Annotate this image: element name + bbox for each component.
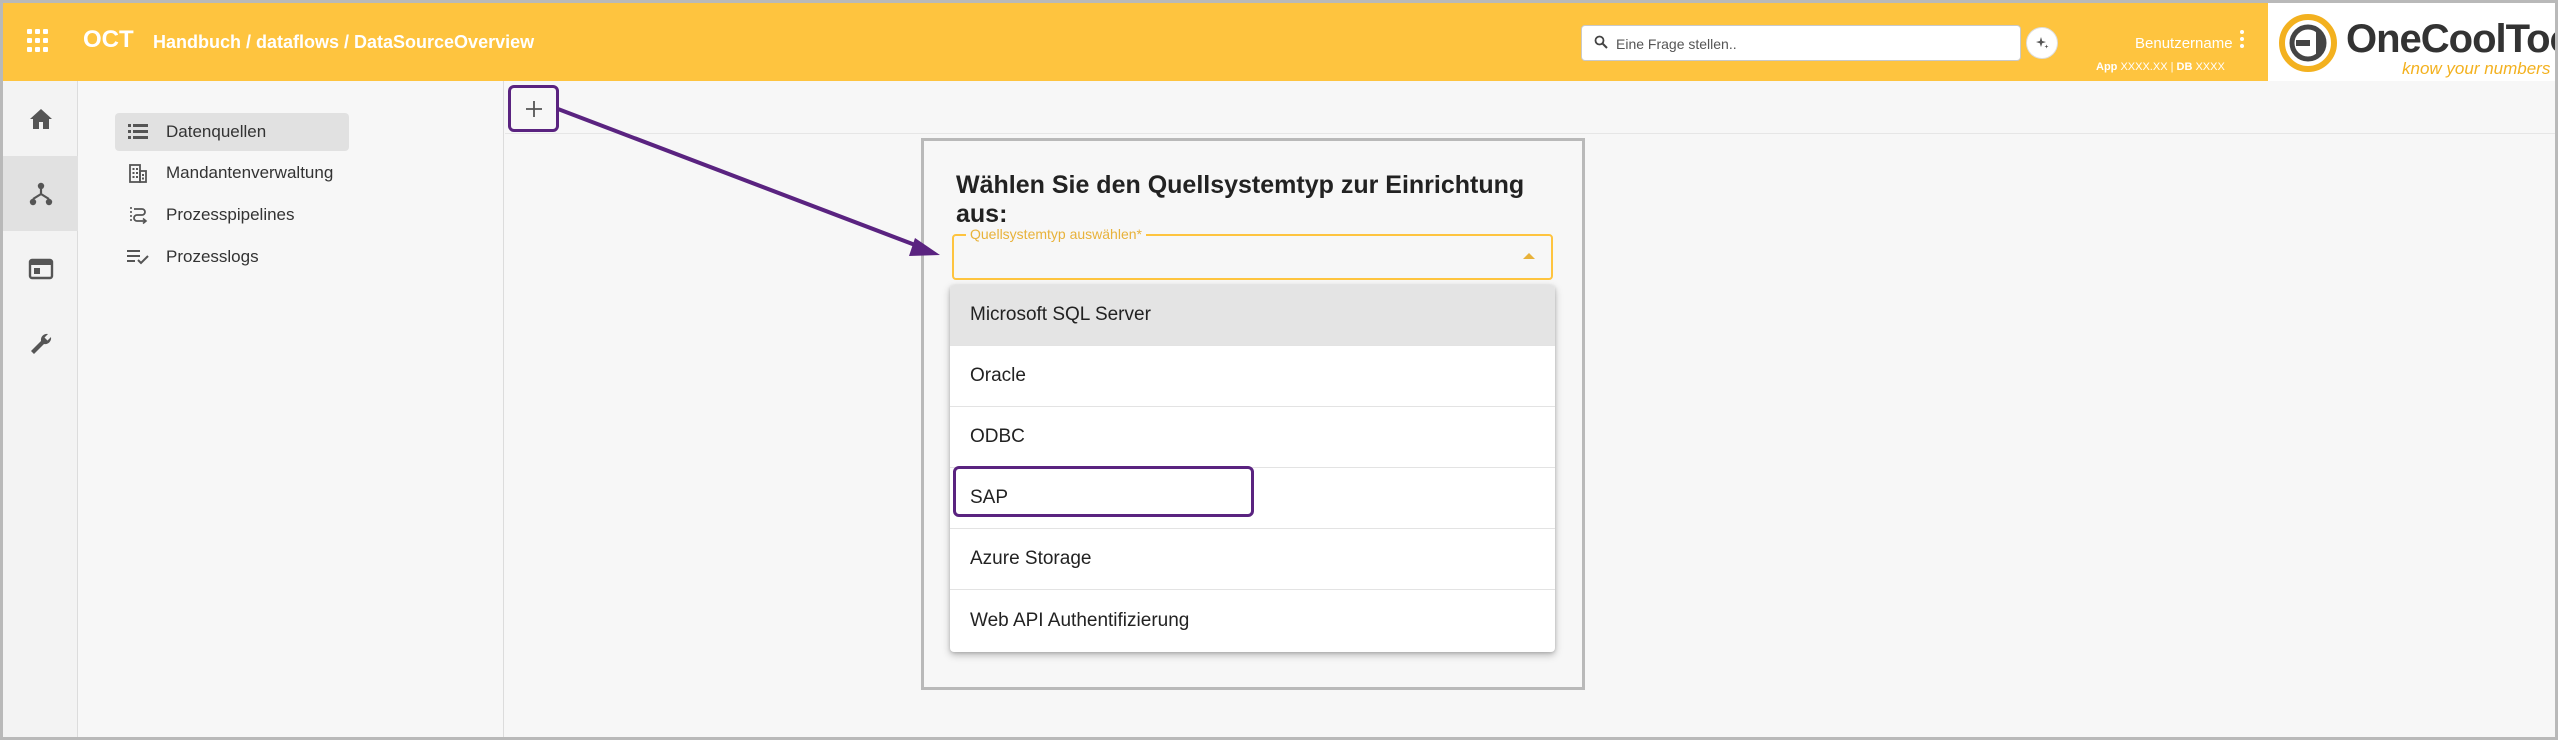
version-separator: | [2170,61,2174,73]
logo-mark-icon [2279,14,2337,72]
more-vert-icon[interactable] [2239,30,2245,52]
source-type-options: Microsoft SQL Server Oracle ODBC SAP Azu… [950,285,1555,652]
nav-item-mandantenverwaltung[interactable]: Mandantenverwaltung [115,154,349,192]
version-app: XXXX.XX [2120,61,2168,73]
search-box[interactable] [1581,25,2021,61]
nav-item-label: Prozesspipelines [166,205,295,224]
user-name[interactable]: Benutzername [2135,35,2233,52]
rail-item-tools[interactable] [3,306,78,381]
option-mssql[interactable]: Microsoft SQL Server [950,285,1555,346]
dashboard-icon [28,258,53,279]
home-icon [29,108,52,129]
list-icon [128,124,148,139]
logo-name: OneCoolTool [2346,17,2555,61]
breadcrumb: Handbuch / dataflows / DataSourceOvervie… [153,32,535,52]
plus-icon [525,100,542,117]
building-icon [129,164,147,183]
select-label: Quellsystemtyp auswählen* [966,226,1146,242]
checklist-icon [127,250,149,265]
nav-item-prozesslogs[interactable]: Prozesslogs [115,238,349,276]
dialog-title: Wählen Sie den Quellsystemtyp zur Einric… [956,171,1525,228]
nav-item-label: Datenquellen [166,122,267,141]
search-input[interactable] [1616,32,2006,56]
version-app-label: App [2096,61,2118,73]
option-oracle[interactable]: Oracle [950,346,1555,407]
logo-tagline: know your numbers [2402,59,2551,78]
source-type-dialog: Wählen Sie den Quellsystemtyp zur Einric… [921,138,1585,690]
option-web-api-auth[interactable]: Web API Authentifizierung [950,590,1555,651]
top-bar: OCT Handbuch / dataflows / DataSourceOve… [3,3,2268,81]
content-divider [505,133,2555,134]
wrench-icon [30,333,51,354]
search-icon [1594,35,1608,49]
version-db: XXXX [2195,61,2225,73]
nav-item-prozesspipelines[interactable]: Prozesspipelines [115,196,349,234]
left-rail [3,81,78,737]
sparkle-icon [2036,37,2049,49]
rail-item-home[interactable] [3,81,78,156]
pipeline-icon [130,207,148,225]
app-window: OCT Handbuch / dataflows / DataSourceOve… [0,0,2558,740]
version-info: App XXXX.XX | DB XXXX [2096,61,2225,73]
nav-item-datenquellen[interactable]: Datenquellen [115,113,349,151]
source-type-select[interactable]: Quellsystemtyp auswählen* [952,226,1553,280]
rail-item-dataflows[interactable] [3,156,78,231]
add-datasource-button[interactable] [508,85,559,132]
option-sap[interactable]: SAP [950,468,1555,529]
dataflow-icon [29,182,52,205]
option-odbc[interactable]: ODBC [950,407,1555,468]
version-db-label: DB [2176,61,2193,73]
nav-item-label: Mandantenverwaltung [166,163,334,182]
ai-assistant-button[interactable] [2026,27,2058,59]
nav-item-label: Prozesslogs [166,247,259,266]
rail-item-dashboard[interactable] [3,231,78,306]
apps-grid-icon[interactable] [27,29,51,53]
app-brand[interactable]: OCT [83,26,134,54]
nav-panel: Datenquellen Mandantenverwaltung Prozess… [79,81,504,737]
caret-up-icon[interactable] [1523,253,1535,259]
option-azure-storage[interactable]: Azure Storage [950,529,1555,590]
company-logo: OneCoolTool know your numbers [2268,3,2555,81]
